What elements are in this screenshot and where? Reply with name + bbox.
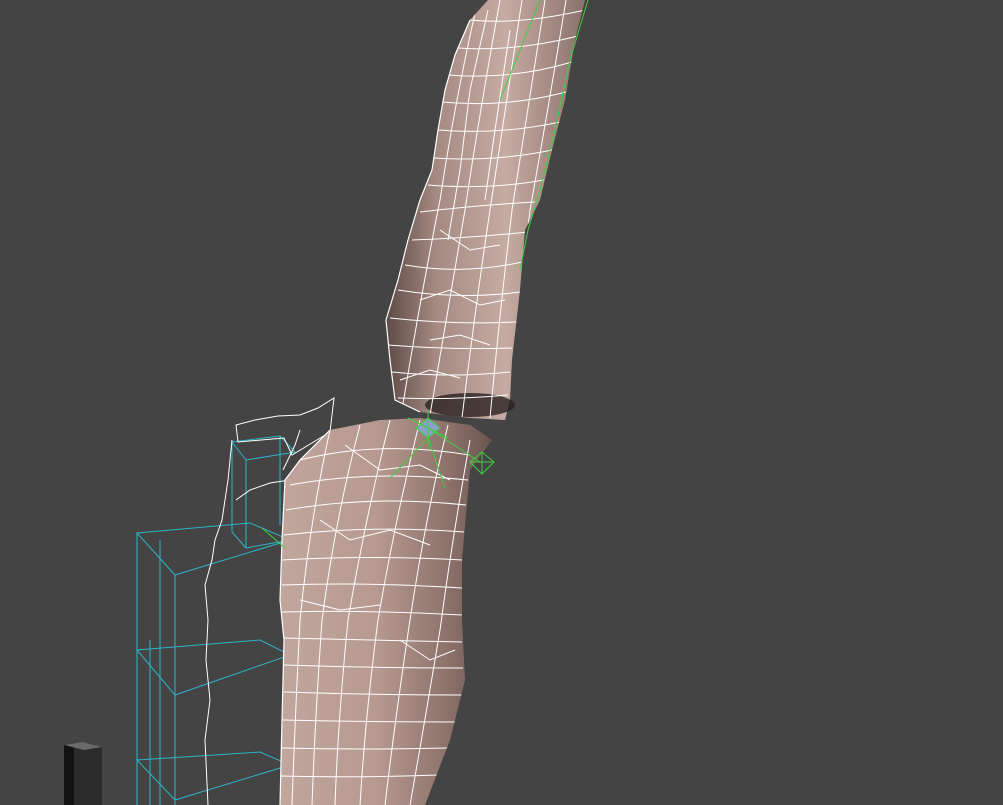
viewport-scene[interactable] [0, 0, 1003, 805]
dark-post[interactable] [64, 742, 102, 805]
3d-viewport[interactable] [0, 0, 1003, 805]
locator-cubes[interactable] [135, 435, 297, 805]
forearm-mesh[interactable] [279, 418, 492, 805]
upper-arm-mesh[interactable] [385, 0, 585, 420]
